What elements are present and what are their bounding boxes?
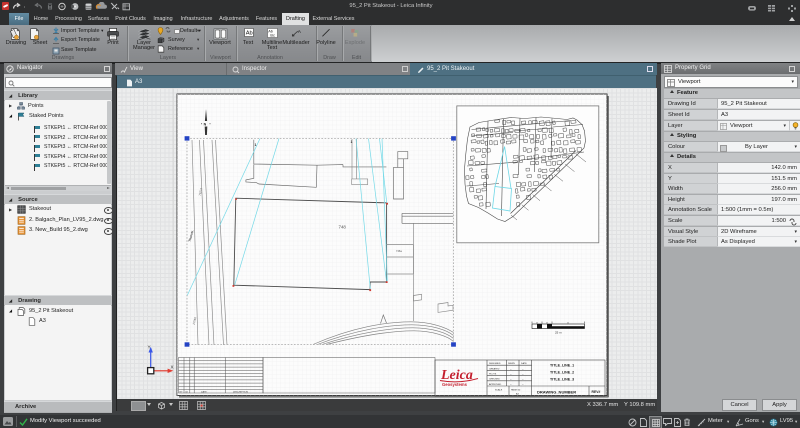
svg-text:25 m: 25 m [555, 331, 562, 335]
svg-text:CK: CK [185, 391, 189, 393]
svg-text:746a: 746a [396, 249, 402, 253]
svg-text:CREATED: CREATED [489, 367, 500, 370]
svg-text:SCALE: SCALE [495, 389, 503, 392]
svg-text:DATE: DATE [201, 390, 207, 393]
svg-text:PLOTS: PLOTS [489, 374, 497, 376]
svg-text:REV#: REV# [592, 390, 601, 394]
svg-text:DESCRIPTION: DESCRIPTION [233, 391, 248, 393]
svg-text:Ab: Ab [246, 31, 253, 37]
svg-text:Y: Y [148, 345, 151, 350]
svg-text:APPROVED: APPROVED [489, 383, 502, 386]
svg-text:TITLE_LINE_2: TITLE_LINE_2 [550, 371, 574, 375]
svg-text:Bc: Bc [270, 33, 275, 37]
svg-text:N: N [204, 122, 207, 126]
svg-text:DESIGNED: DESIGNED [489, 363, 501, 365]
svg-text:A: A [298, 29, 302, 34]
svg-text:Geosystems: Geosystems [442, 382, 468, 387]
svg-text:DATE: DATE [521, 362, 527, 365]
svg-text:DRAWING_NUMBER: DRAWING_NUMBER [537, 390, 576, 395]
svg-text:PAGE SZ: PAGE SZ [511, 389, 521, 392]
svg-text:DRWN: DRWN [508, 363, 515, 365]
svg-text:1: 1 [255, 143, 257, 147]
svg-text:X: X [171, 365, 174, 370]
svg-text:TITLE_LINE_3: TITLE_LINE_3 [550, 378, 574, 382]
svg-text:748: 748 [339, 225, 347, 230]
svg-text:1: 1 [351, 140, 353, 144]
svg-text:CHECKED: CHECKED [489, 379, 500, 381]
svg-text:TITLE_LINE_1: TITLE_LINE_1 [550, 364, 574, 368]
